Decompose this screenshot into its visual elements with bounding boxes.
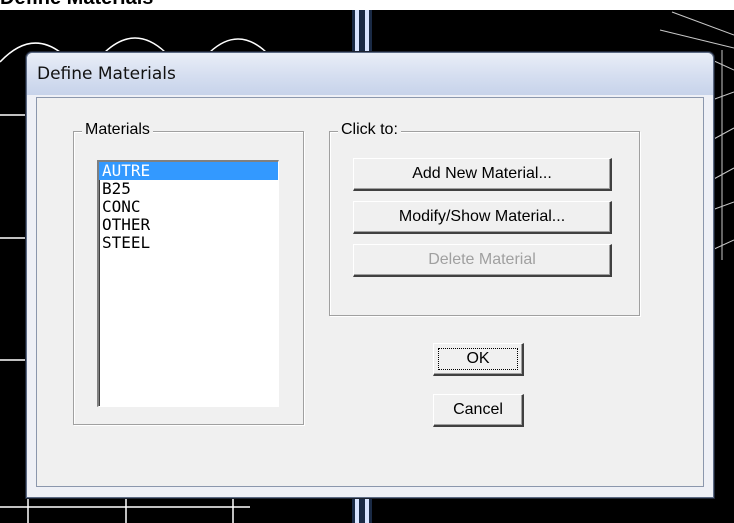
dialog-titlebar[interactable]: Define Materials bbox=[27, 53, 713, 95]
click-to-group: Click to: Add New Material... Modify/Sho… bbox=[329, 121, 640, 316]
column-top-line-1 bbox=[355, 10, 359, 52]
materials-list-item[interactable]: CONC bbox=[99, 198, 278, 216]
column-top-line-2 bbox=[365, 10, 369, 52]
modify-show-material-button[interactable]: Modify/Show Material... bbox=[353, 201, 612, 234]
materials-group-label: Materials bbox=[82, 121, 153, 139]
cancel-button[interactable]: Cancel bbox=[433, 394, 524, 427]
dialog-title: Define Materials bbox=[37, 64, 176, 84]
materials-list-item[interactable]: AUTRE bbox=[99, 162, 278, 180]
add-new-material-button[interactable]: Add New Material... bbox=[353, 158, 612, 191]
column-bottom-line-2 bbox=[365, 497, 369, 523]
ok-focus-rect bbox=[438, 348, 518, 370]
materials-listbox[interactable]: AUTRE B25 CONC OTHER STEEL bbox=[97, 160, 279, 407]
materials-group: Materials AUTRE B25 CONC OTHER STEEL bbox=[73, 121, 304, 425]
wire-arc-2 bbox=[104, 37, 166, 53]
column-bottom-line-1 bbox=[355, 497, 359, 523]
dialog-client-area: Materials AUTRE B25 CONC OTHER STEEL Cli… bbox=[36, 97, 704, 487]
delete-material-button: Delete Material bbox=[353, 244, 612, 277]
click-to-group-label: Click to: bbox=[338, 121, 401, 139]
materials-list-item[interactable]: OTHER bbox=[99, 216, 278, 234]
define-materials-dialog: Define Materials Materials AUTRE B25 CON… bbox=[26, 52, 714, 498]
materials-list-item[interactable]: STEEL bbox=[99, 234, 278, 252]
materials-list-item[interactable]: B25 bbox=[99, 180, 278, 198]
ok-button[interactable]: OK bbox=[433, 343, 524, 376]
wire-arc-3 bbox=[209, 38, 267, 53]
